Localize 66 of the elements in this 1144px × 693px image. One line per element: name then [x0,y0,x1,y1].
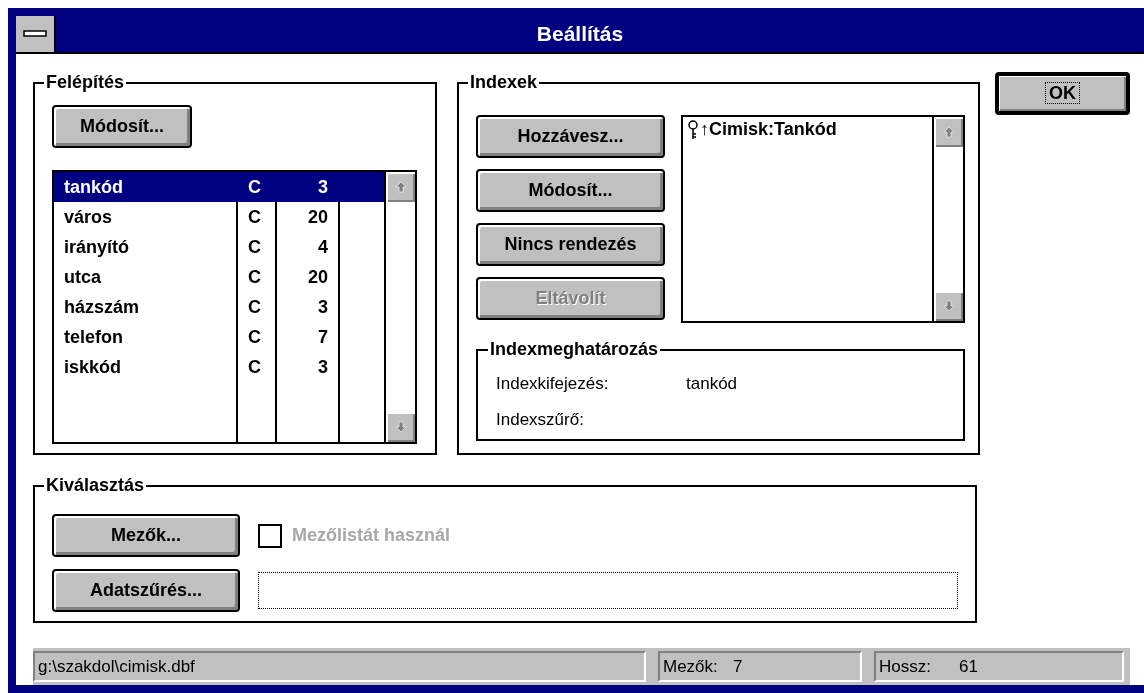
scroll-up-button[interactable] [386,172,415,202]
field-row[interactable]: házszám C 3 [54,292,384,322]
status-label: Hossz: [879,656,932,677]
group-title: Indexmeghatározás [489,339,660,360]
field-row[interactable]: utca C 20 [54,262,384,292]
table-cell-text: C [247,236,262,259]
table-cell-text: 3 [317,176,329,199]
table-cell-text: 20 [306,266,329,289]
minus-icon [23,30,47,38]
key-icon [687,119,699,140]
table-cell-text: iskkód [63,356,123,379]
scroll-down-icon [394,421,407,433]
table-cell-text: házszám [63,296,141,319]
table-cell-text: C [247,326,262,349]
scroll-up-icon [394,181,407,193]
field-row[interactable]: iskkód C 3 [54,352,384,382]
scroll-up-icon [942,126,955,138]
index-button[interactable]: Módosít... [476,169,665,212]
field-list[interactable]: tankód C 3 város C 20 irányító C 4 utca C 20 házszám C 3 telefon C 7 iskkód C 3 [52,170,417,444]
scroll-down-button[interactable] [386,412,415,442]
table-cell-text: utca [63,266,102,289]
scroll-down-icon [942,300,955,312]
index-button[interactable]: Nincs rendezés [476,223,665,266]
table-cell-text: tankód [63,176,124,199]
table-cell-text: 4 [317,236,329,259]
index-list[interactable]: ↑Cimisk:Tankód [681,115,965,323]
table-cell-text: telefon [63,326,124,349]
table-cell-text: C [247,176,262,199]
table-cell-text: 20 [306,206,329,229]
table-cell-text: 3 [317,356,329,379]
field-row[interactable]: város C 20 [54,202,384,232]
table-cell-text: város [63,206,114,229]
scrollbar[interactable] [384,172,415,442]
group-title: Indexek [469,72,539,93]
table-cell-text: C [247,356,262,379]
table-cell-text: C [247,296,262,319]
table-cell-text: irányító [63,236,130,259]
index-button[interactable]: Hozzávesz... [476,115,665,158]
status-value: 61 [959,656,978,677]
checkbox-label: Mezőlistát használ [292,525,451,546]
scrollbar[interactable] [932,117,963,321]
filter-button[interactable]: Adatszűrés... [52,569,240,612]
system-menu-button[interactable] [16,16,56,52]
field-row[interactable]: tankód C 3 [54,172,384,202]
field-row[interactable]: irányító C 4 [54,232,384,262]
index-item[interactable]: ↑Cimisk:Tankód [700,119,837,140]
table-cell-text: 7 [317,326,329,349]
field-label: Indexszűrő: [496,410,585,430]
status-value: 7 [733,656,743,677]
status-label: Mezők: [663,656,719,677]
modify-button[interactable]: Módosít... [52,105,192,148]
fields-button[interactable]: Mezők... [52,514,240,557]
table-cell-text: C [247,266,262,289]
ok-button[interactable]: OK [995,72,1130,115]
group-title: Kiválasztás [45,475,146,496]
field-value: tankód [686,374,738,394]
filter-field[interactable] [258,572,958,609]
scroll-down-button[interactable] [934,291,963,321]
group-title: Felépítés [45,72,126,93]
field-label: Indexkifejezés: [496,374,610,394]
table-cell-text: 3 [317,296,329,319]
window-title: Beállítás [535,22,625,46]
field-row[interactable]: telefon C 7 [54,322,384,352]
scroll-up-button[interactable] [934,117,963,147]
table-cell-text: C [247,206,262,229]
status-label: g:\szakdol\cimisk.dbf [38,656,195,677]
